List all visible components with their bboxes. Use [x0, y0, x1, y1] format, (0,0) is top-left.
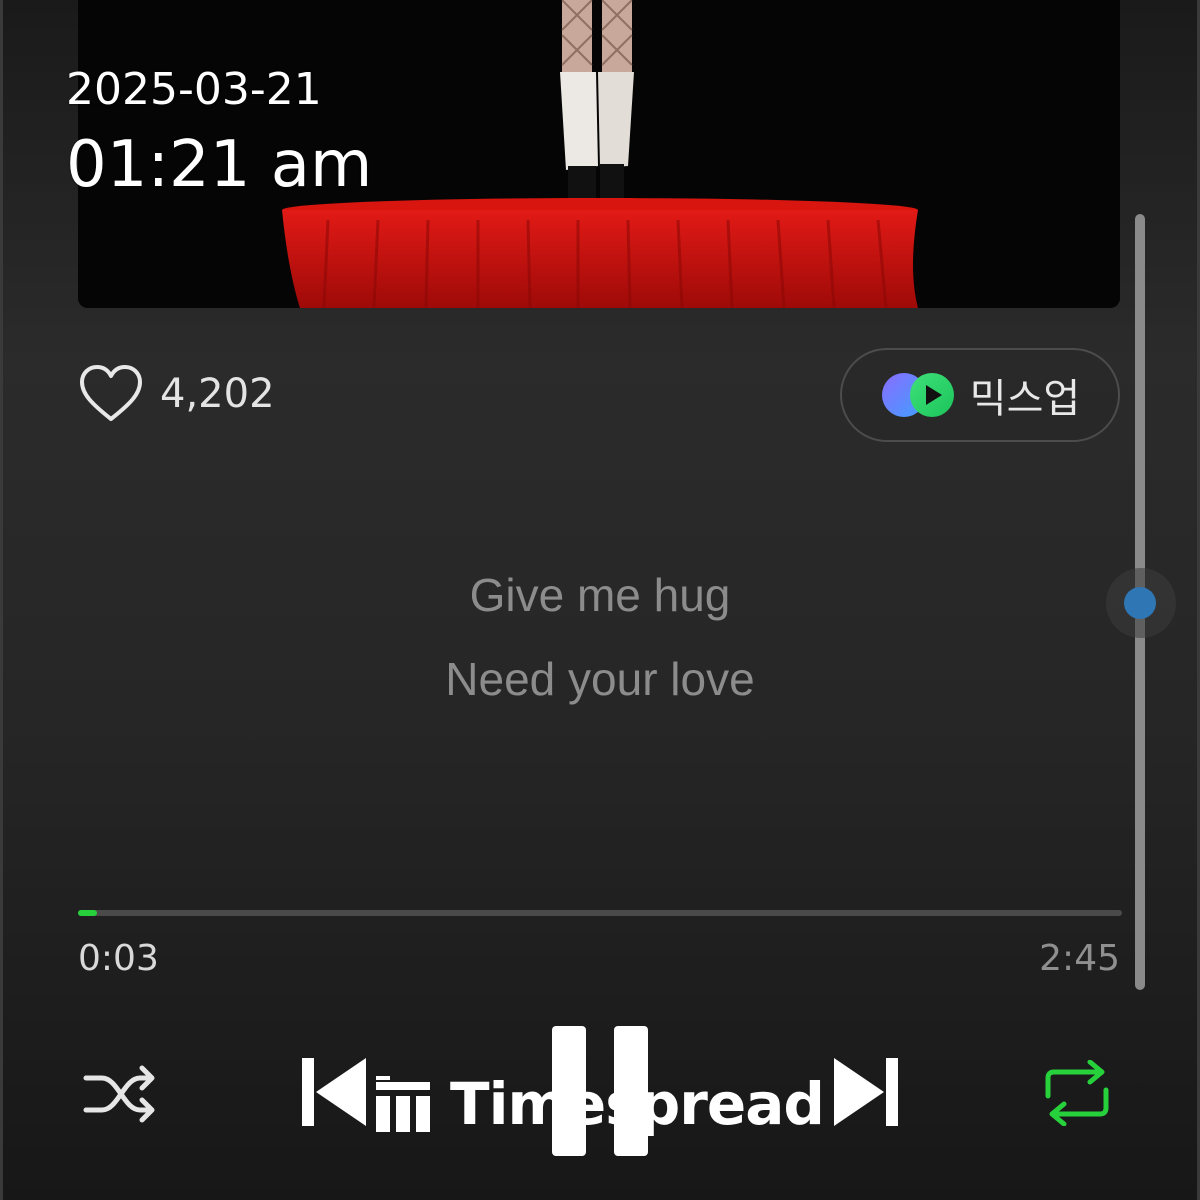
watermark-logo-icon: [376, 1076, 430, 1132]
skip-next-icon[interactable]: [830, 1052, 902, 1132]
shuffle-icon[interactable]: [82, 1062, 160, 1126]
lyric-line[interactable]: Give me hug: [0, 568, 1200, 622]
lyric-line[interactable]: Need your love: [0, 652, 1200, 706]
like-button[interactable]: 4,202: [78, 364, 275, 424]
progress-bar-fill: [78, 910, 97, 916]
mixup-button[interactable]: 믹스업: [840, 348, 1120, 442]
mixup-logo-icon: [881, 373, 954, 417]
progress-bar[interactable]: [78, 910, 1122, 916]
overlay-time: 01:21 am: [66, 128, 373, 202]
total-duration: 2:45: [1039, 938, 1120, 979]
overlay-date: 2025-03-21: [66, 64, 322, 115]
skip-previous-icon[interactable]: [298, 1052, 370, 1132]
watermark-text: Timespread: [450, 1070, 825, 1138]
heart-outline-icon: [80, 365, 142, 421]
watermark: Timespread: [376, 1070, 825, 1138]
repeat-icon[interactable]: [1040, 1060, 1114, 1126]
like-count: 4,202: [160, 371, 275, 417]
player-screen: 2025-03-21 01:21 am 4,202 믹스업 Give me hu…: [0, 0, 1200, 1200]
elapsed-time: 0:03: [78, 938, 159, 979]
volume-slider-thumb[interactable]: [1124, 587, 1156, 619]
mixup-label: 믹스업: [969, 376, 1081, 422]
